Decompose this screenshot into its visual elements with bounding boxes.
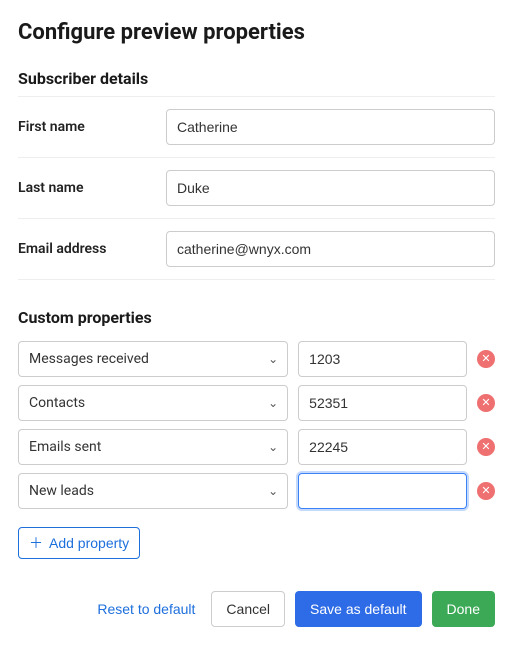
custom-property-list: Messages received ⌄ ✕ Contacts ⌄ ✕ Email… [18,341,495,509]
last-name-label: Last name [18,180,166,196]
reset-to-default-link[interactable]: Reset to default [91,595,201,623]
last-name-input[interactable] [166,170,495,206]
property-select-value: Messages received [29,351,149,367]
custom-property-row: New leads ⌄ ✕ [18,473,495,509]
dialog-footer: Reset to default Cancel Save as default … [18,591,495,629]
property-value-input[interactable] [298,473,467,509]
property-select-value: Contacts [29,395,85,411]
custom-heading: Custom properties [18,308,495,327]
close-icon: ✕ [481,398,490,409]
done-button[interactable]: Done [432,591,495,627]
property-select-value: New leads [29,483,94,499]
cancel-button[interactable]: Cancel [211,591,285,627]
close-icon: ✕ [481,354,490,365]
email-input[interactable] [166,231,495,267]
remove-property-button[interactable]: ✕ [477,350,495,368]
property-select[interactable]: Messages received [18,341,288,377]
plus-icon: ＋ [29,533,43,553]
custom-property-row: Contacts ⌄ ✕ [18,385,495,421]
field-row-first-name: First name [18,96,495,158]
custom-property-row: Messages received ⌄ ✕ [18,341,495,377]
property-select-value: Emails sent [29,439,101,455]
field-row-email: Email address [18,219,495,280]
save-as-default-button[interactable]: Save as default [295,591,422,627]
remove-property-button[interactable]: ✕ [477,438,495,456]
subscriber-heading: Subscriber details [18,69,495,88]
first-name-input[interactable] [166,109,495,145]
add-property-button[interactable]: ＋ Add property [18,527,140,559]
property-select[interactable]: New leads [18,473,288,509]
property-value-input[interactable] [298,385,467,421]
add-property-label: Add property [49,535,129,551]
remove-property-button[interactable]: ✕ [477,482,495,500]
email-label: Email address [18,241,166,257]
remove-property-button[interactable]: ✕ [477,394,495,412]
custom-property-row: Emails sent ⌄ ✕ [18,429,495,465]
first-name-label: First name [18,119,166,135]
property-value-input[interactable] [298,429,467,465]
property-select[interactable]: Contacts [18,385,288,421]
property-select[interactable]: Emails sent [18,429,288,465]
property-value-input[interactable] [298,341,467,377]
field-row-last-name: Last name [18,158,495,219]
close-icon: ✕ [481,486,490,497]
dialog-title: Configure preview properties [18,20,495,45]
close-icon: ✕ [481,442,490,453]
